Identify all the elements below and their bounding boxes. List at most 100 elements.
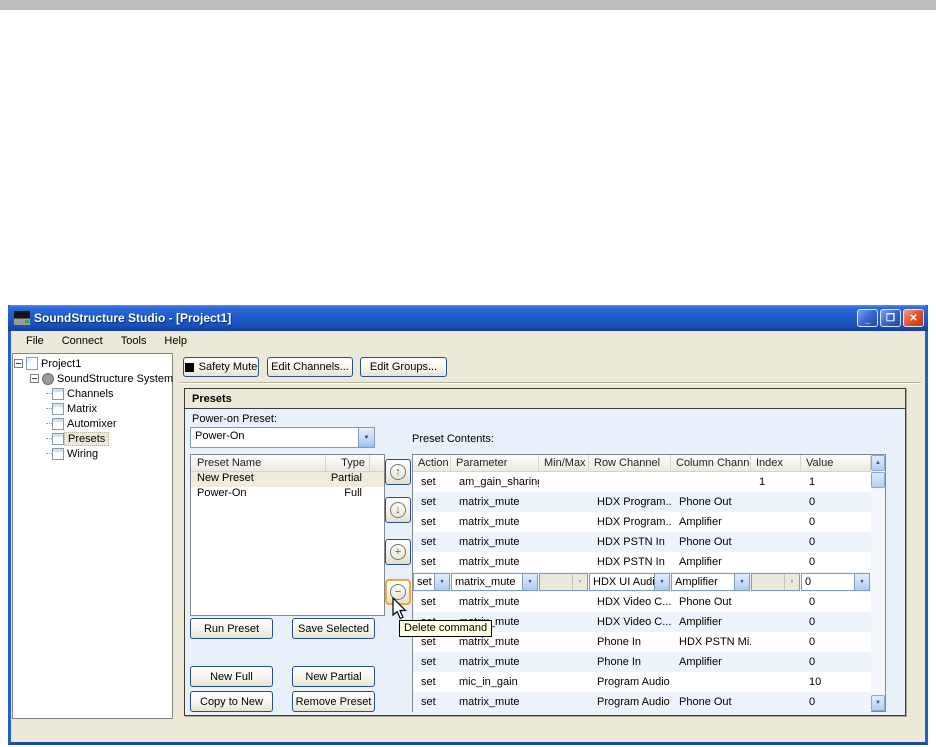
scroll-thumb[interactable] <box>871 472 885 488</box>
tree-item-label[interactable]: Presets <box>64 432 109 446</box>
table-cell: HDX PSTN In <box>589 532 671 552</box>
table-cell: Amplifier <box>671 552 751 572</box>
menu-connect[interactable]: Connect <box>53 333 112 349</box>
preset-name: Power-On <box>191 487 326 502</box>
table-cell: 1 <box>751 472 801 492</box>
table-cell: HDX Video C... <box>589 592 671 612</box>
edit-combo[interactable]: ▼ <box>539 573 588 591</box>
save-selected-button[interactable]: Save Selected <box>292 618 375 639</box>
table-cell: set <box>413 672 451 692</box>
safety-mute-button[interactable]: Safety Mute <box>183 357 259 377</box>
edit-combo[interactable]: 0▼ <box>801 573 870 591</box>
toolbar-separator <box>179 382 921 384</box>
tree-item-matrix[interactable]: Matrix <box>13 401 172 416</box>
minimize-button[interactable]: _ <box>857 309 878 327</box>
run-preset-button[interactable]: Run Preset <box>190 618 273 639</box>
chevron-down-icon[interactable]: ▼ <box>572 574 587 590</box>
table-cell: HDX Program... <box>589 512 671 532</box>
page-icon <box>52 448 64 460</box>
table-cell: 10 <box>801 672 871 692</box>
chevron-down-icon[interactable]: ▼ <box>522 574 537 590</box>
tree-item-label[interactable]: Matrix <box>64 403 100 415</box>
table-row[interactable]: setmic_in_gainProgram Audio10 <box>413 672 871 692</box>
circle-icon <box>42 373 54 385</box>
column-header-action[interactable]: Action <box>413 455 451 471</box>
chevron-down-icon[interactable]: ▼ <box>358 428 374 447</box>
edit-groups-button[interactable]: Edit Groups... <box>360 357 447 377</box>
menu-help[interactable]: Help <box>155 333 196 349</box>
edit-combo[interactable]: matrix_mute▼ <box>451 573 538 591</box>
column-header-value[interactable]: Value <box>801 455 871 471</box>
tree-item-label[interactable]: SoundStructure System <box>54 373 176 385</box>
table-cell: HDX PSTN Mi.. <box>671 632 751 652</box>
edit-combo[interactable]: HDX UI Audi▼ <box>589 573 670 591</box>
move-down-button[interactable]: ↓ <box>385 497 411 523</box>
table-row[interactable]: setmatrix_muteProgram AudioPhone Out0 <box>413 692 871 712</box>
tree-item-label[interactable]: Automixer <box>64 418 120 430</box>
edit-combo[interactable]: set▼ <box>413 573 450 591</box>
scroll-down-icon[interactable]: ▼ <box>871 695 885 711</box>
column-header-index[interactable]: Index <box>751 455 801 471</box>
edit-combo-value: Amplifier <box>672 574 734 590</box>
table-row[interactable]: setmatrix_muteHDX PSTN InAmplifier0 <box>413 552 871 572</box>
safety-mute-label: Safety Mute <box>199 361 258 373</box>
maximize-button[interactable]: ❒ <box>880 309 901 327</box>
new-full-button[interactable]: New Full <box>190 666 273 687</box>
column-header-min-max[interactable]: Min/Max <box>539 455 589 471</box>
table-row[interactable]: setmatrix_muteHDX Program...Phone Out0 <box>413 492 871 512</box>
table-cell: matrix_mute <box>451 692 539 712</box>
tree-item-wiring[interactable]: Wiring <box>13 446 172 461</box>
column-header-preset-name[interactable]: Preset Name <box>191 455 326 471</box>
edit-channels-button[interactable]: Edit Channels... <box>267 357 353 377</box>
chevron-down-icon[interactable]: ▼ <box>784 574 799 590</box>
table-cell <box>539 552 589 572</box>
tree-item-label[interactable]: Project1 <box>38 358 84 370</box>
preset-list-row[interactable]: New PresetPartial <box>191 472 384 487</box>
menu-tools[interactable]: Tools <box>112 333 156 349</box>
column-header-column-channel[interactable]: Column Channel <box>671 455 751 471</box>
add-command-button[interactable]: + <box>385 539 411 565</box>
edit-combo[interactable]: ▼ <box>751 573 800 591</box>
column-header-row-channel[interactable]: Row Channel <box>589 455 671 471</box>
table-cell <box>751 552 801 572</box>
tree-item-soundstructure-system[interactable]: SoundStructure System <box>13 371 172 386</box>
edit-combo[interactable]: Amplifier▼ <box>671 573 750 591</box>
tree-item-automixer[interactable]: Automixer <box>13 416 172 431</box>
collapse-icon[interactable] <box>14 359 23 368</box>
move-up-button[interactable]: ↑ <box>385 459 411 485</box>
table-cell: Program Audio <box>589 692 671 712</box>
vertical-scrollbar[interactable]: ▲ ▼ <box>871 455 885 711</box>
tree-item-channels[interactable]: Channels <box>13 386 172 401</box>
new-partial-button[interactable]: New Partial <box>292 666 375 687</box>
chevron-down-icon[interactable]: ▼ <box>854 574 869 590</box>
preset-list-row[interactable]: Power-OnFull <box>191 487 384 502</box>
copy-to-new-button[interactable]: Copy to New <box>190 691 273 712</box>
arrow-up-icon: ↑ <box>390 464 406 480</box>
table-row[interactable]: setmatrix_muteHDX Program...Amplifier0 <box>413 512 871 532</box>
preset-contents-label: Preset Contents: <box>412 433 494 445</box>
edit-combo-value: set <box>414 574 434 590</box>
title-bar[interactable]: SoundStructure Studio - [Project1] _ ❒ ✕ <box>8 305 928 331</box>
chevron-down-icon[interactable]: ▼ <box>434 574 449 590</box>
table-cell <box>589 472 671 492</box>
table-row[interactable]: set▼matrix_mute▼▼HDX UI Audi▼Amplifier▼▼… <box>413 572 871 592</box>
table-row[interactable]: setmatrix_muteHDX Video C...Phone Out0 <box>413 592 871 612</box>
close-button[interactable]: ✕ <box>903 309 924 327</box>
menu-file[interactable]: File <box>17 333 53 349</box>
collapse-icon[interactable] <box>30 374 39 383</box>
column-header-parameter[interactable]: Parameter <box>451 455 539 471</box>
power-on-preset-combo[interactable]: Power-On ▼ <box>190 427 375 448</box>
tree-item-presets[interactable]: Presets <box>13 431 172 446</box>
table-row[interactable]: setmatrix_muteHDX PSTN InPhone Out0 <box>413 532 871 552</box>
table-row[interactable]: setmatrix_mutePhone InAmplifier0 <box>413 652 871 672</box>
table-cell: matrix_mute <box>451 652 539 672</box>
chevron-down-icon[interactable]: ▼ <box>734 574 749 590</box>
tree-item-label[interactable]: Channels <box>64 388 116 400</box>
table-row[interactable]: setam_gain_sharing11 <box>413 472 871 492</box>
tree-item-label[interactable]: Wiring <box>64 448 101 460</box>
scroll-up-icon[interactable]: ▲ <box>871 455 885 471</box>
tree-item-project1[interactable]: Project1 <box>13 356 172 371</box>
chevron-down-icon[interactable]: ▼ <box>654 574 669 590</box>
remove-preset-button[interactable]: Remove Preset <box>292 691 375 712</box>
column-header-type[interactable]: Type <box>326 455 370 471</box>
